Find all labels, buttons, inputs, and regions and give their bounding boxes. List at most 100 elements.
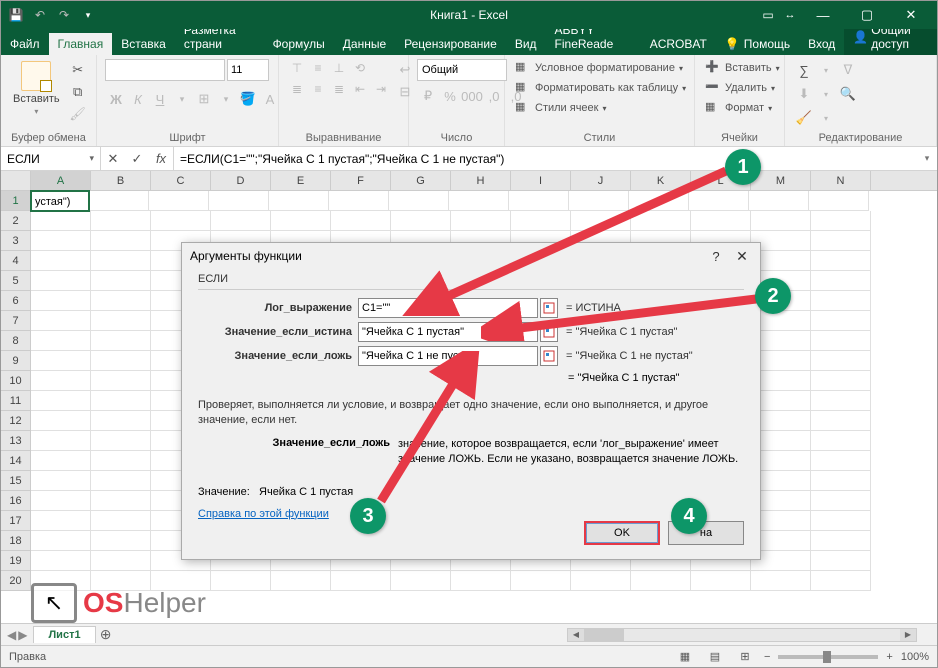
row-header[interactable]: 19 [1,551,31,571]
save-icon[interactable]: 💾 [7,6,25,24]
row-header[interactable]: 5 [1,271,31,291]
tab-acrobat[interactable]: ACROBAT [641,33,716,55]
cell[interactable] [811,271,871,291]
cell[interactable] [89,191,149,211]
cell[interactable] [91,411,151,431]
cell[interactable] [271,211,331,231]
row-header[interactable]: 7 [1,311,31,331]
cell[interactable] [811,331,871,351]
dialog-help-icon[interactable]: ? [706,249,726,264]
cell[interactable] [91,431,151,451]
col-header[interactable]: D [211,171,271,190]
cell[interactable] [31,531,91,551]
arg1-input[interactable] [358,298,538,318]
percent-icon[interactable]: % [439,85,461,107]
formula-expand-icon[interactable]: ▾ [917,147,937,170]
maximize-button[interactable]: ▢ [847,5,887,25]
zoom-in-icon[interactable]: + [886,651,892,663]
undo-icon[interactable]: ↶ [31,6,49,24]
cell[interactable] [811,311,871,331]
cell[interactable] [91,331,151,351]
cell[interactable] [691,571,751,591]
col-header[interactable]: G [391,171,451,190]
tab-formulas[interactable]: Формулы [264,33,334,55]
col-header[interactable]: C [151,171,211,190]
redo-icon[interactable]: ↷ [55,6,73,24]
autosum-icon[interactable]: ∑ [793,59,815,81]
arg2-input[interactable] [358,322,538,342]
cell[interactable] [31,331,91,351]
cell[interactable] [269,191,329,211]
row-header[interactable]: 11 [1,391,31,411]
cell[interactable] [91,231,151,251]
format-painter-icon[interactable]: 🖌 [68,105,88,123]
align-middle-icon[interactable]: ≡ [308,59,328,77]
format-table-button[interactable]: ▦Форматировать как таблицу▾ [513,79,688,97]
col-header-a[interactable]: A [31,171,91,190]
row-header[interactable]: 8 [1,331,31,351]
cell[interactable] [811,291,871,311]
format-cells-button[interactable]: ▦Формат▾ [703,99,782,117]
indent-inc-icon[interactable]: ⇥ [371,80,391,98]
tab-login[interactable]: Вход [799,33,844,55]
tab-view[interactable]: Вид [506,33,546,55]
cell[interactable] [91,451,151,471]
range-picker-icon[interactable] [540,322,558,342]
cancel-edit-icon[interactable]: ✕ [101,147,125,170]
cell[interactable] [91,251,151,271]
row-header[interactable]: 15 [1,471,31,491]
comma-icon[interactable]: 000 [461,85,483,107]
cell[interactable] [31,491,91,511]
cell[interactable] [31,431,91,451]
arg3-input[interactable] [358,346,538,366]
cell[interactable] [811,411,871,431]
increase-decimal-icon[interactable]: ,0 [483,85,505,107]
cell[interactable] [391,211,451,231]
row-header[interactable]: 2 [1,211,31,231]
cell[interactable] [809,191,869,211]
zoom-out-icon[interactable]: − [764,651,770,663]
close-button[interactable]: ✕ [891,5,931,25]
col-header[interactable]: B [91,171,151,190]
cell[interactable] [811,531,871,551]
name-box[interactable]: ЕСЛИ ▾ [1,147,101,170]
cell[interactable] [811,251,871,271]
row-header[interactable]: 17 [1,511,31,531]
sync-icon[interactable]: ↔ [781,6,799,24]
cell[interactable] [211,571,271,591]
row-header[interactable]: 4 [1,251,31,271]
delete-cells-button[interactable]: ➖Удалить▾ [703,79,782,97]
cell[interactable] [31,351,91,371]
col-header[interactable]: J [571,171,631,190]
normal-view-icon[interactable]: ▦ [674,649,696,665]
cell[interactable] [31,271,91,291]
cell[interactable] [449,191,509,211]
cell[interactable] [31,451,91,471]
cell[interactable] [389,191,449,211]
col-header[interactable]: M [751,171,811,190]
col-header[interactable]: E [271,171,331,190]
font-family-select[interactable] [105,59,225,81]
fx-icon[interactable]: fx [149,147,173,170]
row-header[interactable]: 13 [1,431,31,451]
formula-input[interactable]: =ЕСЛИ(C1="";"Ячейка С 1 пустая";"Ячейка … [174,147,917,170]
row-header[interactable]: 16 [1,491,31,511]
cell[interactable] [151,211,211,231]
font-color-button[interactable]: A [259,88,281,110]
cell[interactable] [751,571,811,591]
cell[interactable] [91,551,151,571]
paste-button[interactable]: Вставить ▾ [9,59,64,118]
cell[interactable] [149,191,209,211]
align-bottom-icon[interactable]: ⊥ [329,59,349,77]
col-header[interactable]: H [451,171,511,190]
cell[interactable] [811,231,871,251]
cell[interactable] [451,571,511,591]
cell[interactable] [31,311,91,331]
row-header[interactable]: 1 [1,191,31,211]
qat-customize-icon[interactable]: ▾ [79,6,97,24]
cell[interactable] [331,571,391,591]
sheet-nav-prev-icon[interactable]: ◀ [7,628,16,642]
tab-insert[interactable]: Вставка [112,33,175,55]
cell[interactable] [631,571,691,591]
function-help-link[interactable]: Справка по этой функции [198,508,329,520]
